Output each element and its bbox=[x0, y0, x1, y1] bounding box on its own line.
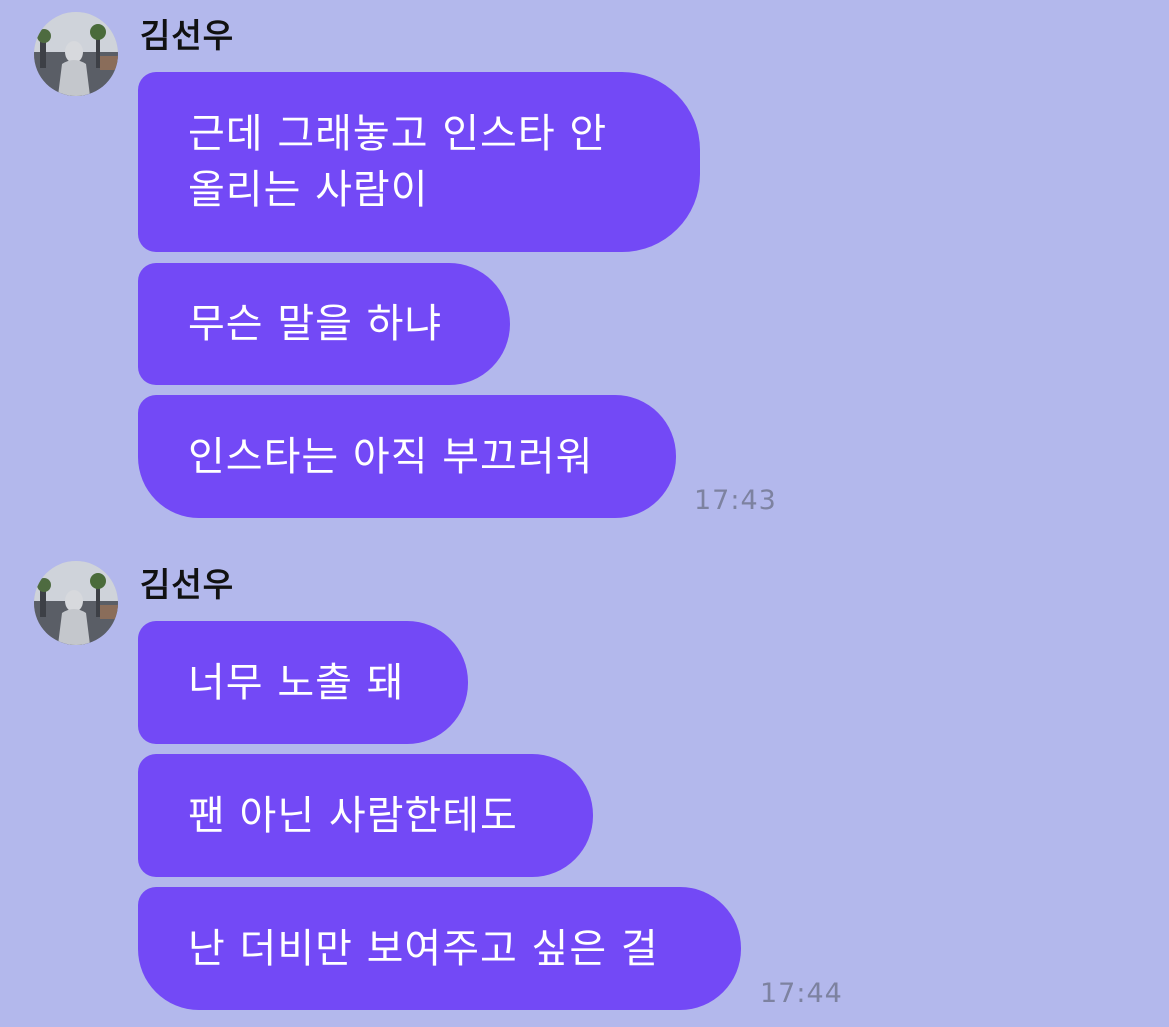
message-bubble[interactable]: 너무 노출 돼 bbox=[138, 621, 468, 744]
message-text: 무슨 말을 하냐 bbox=[188, 301, 443, 347]
message-text: 너무 노출 돼 bbox=[188, 659, 405, 706]
avatar[interactable] bbox=[34, 12, 118, 96]
message-bubble[interactable]: 난 더비만 보여주고 싶은 걸 bbox=[138, 887, 741, 1010]
message-text: 인스타는 아직 부끄러워 bbox=[188, 433, 594, 480]
profile-photo-icon bbox=[34, 12, 118, 96]
message-bubble[interactable]: 팬 아닌 사람한테도 bbox=[138, 754, 593, 877]
avatar[interactable] bbox=[34, 561, 118, 645]
profile-photo-icon bbox=[34, 561, 118, 645]
message-text: 근데 그래놓고 인스타 안 올리는 사람이 bbox=[188, 111, 608, 213]
message-timestamp: 17:44 bbox=[760, 978, 843, 1009]
sender-name: 김선우 bbox=[140, 16, 235, 55]
chat-view: 김선우 근데 그래놓고 인스타 안 올리는 사람이 무슨 말을 하냐 인스타는 … bbox=[0, 0, 1169, 1027]
message-timestamp: 17:43 bbox=[694, 485, 777, 516]
message-text: 팬 아닌 사람한테도 bbox=[188, 792, 518, 839]
message-text: 난 더비만 보여주고 싶은 걸 bbox=[188, 925, 659, 972]
message-bubble[interactable]: 근데 그래놓고 인스타 안 올리는 사람이 bbox=[138, 72, 700, 252]
message-bubble[interactable]: 인스타는 아직 부끄러워 bbox=[138, 395, 676, 518]
sender-name: 김선우 bbox=[140, 565, 235, 604]
message-bubble[interactable]: 무슨 말을 하냐 bbox=[138, 263, 510, 385]
